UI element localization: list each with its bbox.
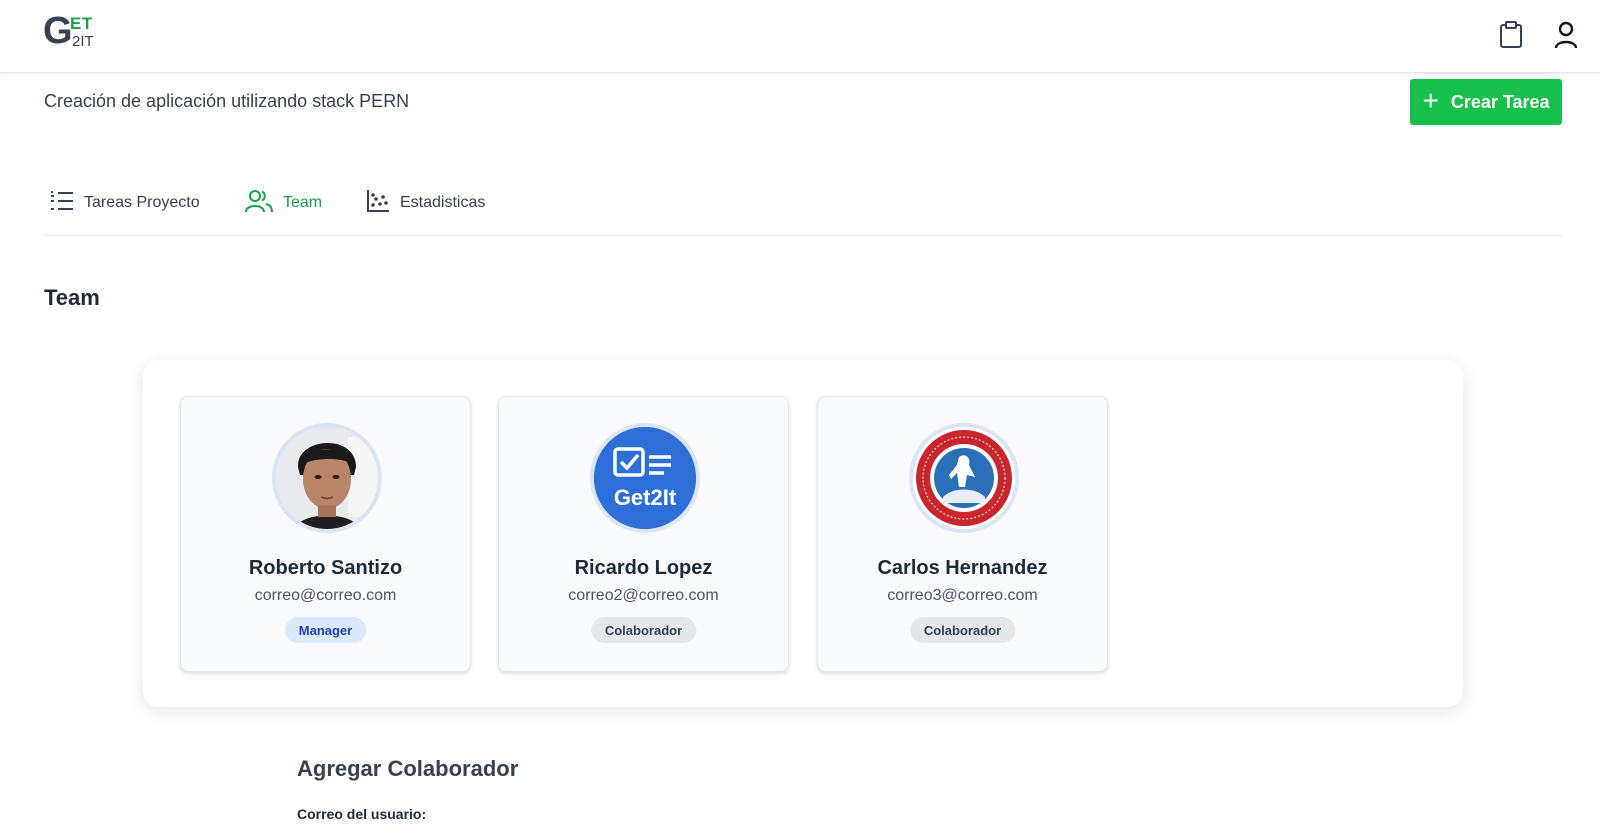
member-name: Roberto Santizo [248, 557, 403, 579]
project-tabs: Tareas Proyecto Team Estadisticas [44, 186, 1562, 236]
scatter-chart-icon [366, 189, 390, 218]
team-container: Roberto Santizo correo@correo.com Manage… [143, 360, 1463, 707]
user-icon[interactable] [1551, 20, 1581, 50]
list-icon [50, 190, 74, 217]
tab-label: Team [283, 194, 323, 211]
plus-icon: + [1422, 84, 1439, 116]
team-member-card[interactable]: Get2It Ricardo Lopez correo2@correo.com … [498, 396, 789, 672]
role-badge: Colaborador [590, 617, 697, 643]
tab-estadisticas[interactable]: Estadisticas [366, 186, 485, 220]
tab-label: Tareas Proyecto [84, 194, 200, 211]
role-badge: Colaborador [909, 617, 1016, 643]
member-name: Ricardo Lopez [574, 557, 713, 579]
user-email-label: Correo del usuario: [297, 806, 427, 822]
get2it-logo-avatar: Get2It [590, 423, 700, 533]
member-email: correo@correo.com [254, 587, 397, 604]
tab-label: Estadisticas [400, 194, 486, 211]
users-icon [245, 189, 273, 218]
create-task-button[interactable]: + Crear Tarea [1410, 79, 1562, 125]
tab-tareas-proyecto[interactable]: Tareas Proyecto [50, 186, 200, 220]
project-description: Creación de aplicación utilizando stack … [44, 91, 410, 111]
tab-team[interactable]: Team [245, 186, 322, 220]
avatar-text: Get2It [614, 485, 677, 510]
university-seal-avatar [909, 423, 1019, 533]
top-navbar: G ET 2IT [0, 0, 1600, 73]
role-badge: Manager [284, 617, 367, 643]
team-member-card[interactable]: Roberto Santizo correo@correo.com Manage… [180, 396, 471, 672]
logo-2it: 2IT [72, 33, 94, 50]
add-collaborator-title: Agregar Colaborador [297, 756, 519, 781]
member-name: Carlos Hernandez [877, 557, 1048, 579]
logo-et: ET [70, 14, 93, 33]
member-email: correo2@correo.com [568, 587, 719, 604]
member-email: correo3@correo.com [887, 587, 1038, 604]
create-task-label: Crear Tarea [1450, 91, 1550, 112]
clipboard-icon[interactable] [1496, 20, 1526, 50]
team-member-card[interactable]: Carlos Hernandez correo3@correo.com Cola… [817, 396, 1108, 672]
app-logo[interactable]: G ET 2IT [43, 12, 103, 56]
team-section-title: Team [44, 285, 100, 310]
avatar [272, 423, 382, 533]
logo-g: G [43, 10, 73, 52]
